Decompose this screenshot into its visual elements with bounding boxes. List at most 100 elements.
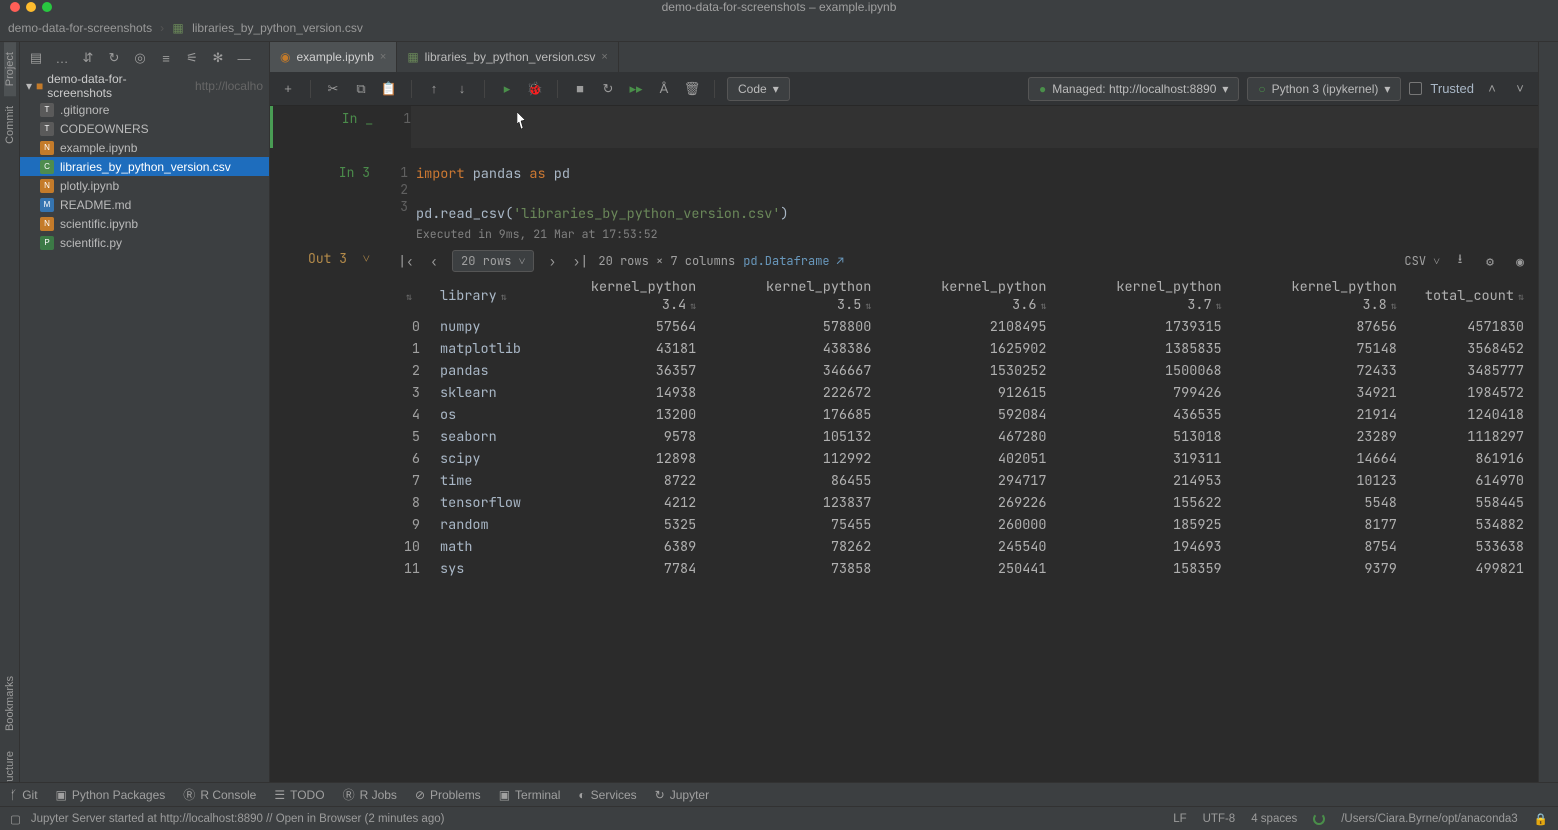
gear-icon[interactable]: ⚙ (1480, 251, 1500, 271)
tool-bookmarks[interactable]: Bookmarks (4, 666, 16, 741)
project-root[interactable]: ▾ ■ demo-data-for-screenshots http://loc… (20, 74, 269, 98)
download-icon[interactable]: ⭳ (1450, 251, 1470, 271)
tool-r-jobs[interactable]: ⓇR Jobs (343, 786, 397, 803)
dataframe-link[interactable]: pd.Dataframe ↗ (743, 253, 844, 269)
tool-services[interactable]: ◐Services (578, 788, 636, 802)
table-row[interactable]: 5seaborn95781051324672805130182328911182… (388, 426, 1538, 448)
encoding[interactable]: UTF-8 (1203, 813, 1236, 825)
table-row[interactable]: 10math6389782622455401946938754533638 (388, 536, 1538, 558)
close-icon[interactable]: × (380, 51, 386, 63)
project-select-icon[interactable]: ▤ (26, 48, 46, 68)
lock-icon[interactable]: 🔒 (1534, 812, 1548, 826)
settings-icon[interactable]: ✻ (208, 48, 228, 68)
column-header[interactable]: library⇅ (426, 276, 535, 316)
tool-git[interactable]: ᚶGit (10, 788, 38, 802)
column-header[interactable]: kernel_python 3.4⇅ (535, 276, 710, 316)
sort-icon[interactable]: ≡ (156, 48, 176, 68)
column-header[interactable]: kernel_python 3.5⇅ (710, 276, 885, 316)
clear-icon[interactable]: 🗑 (682, 79, 702, 99)
tool-todo[interactable]: ☰TODO (274, 788, 324, 802)
dataframe-table[interactable]: ⇅library⇅kernel_python 3.4⇅kernel_python… (388, 276, 1538, 580)
eye-icon[interactable]: ◉ (1510, 251, 1530, 271)
tool-r-console[interactable]: ⓇR Console (183, 786, 256, 803)
file-libraries-csv[interactable]: Clibraries_by_python_version.csv (20, 157, 269, 176)
file-scientific-ipynb[interactable]: Nscientific.ipynb (20, 214, 269, 233)
column-header[interactable]: kernel_python 3.6⇅ (885, 276, 1060, 316)
vars-icon[interactable]: Å (654, 79, 674, 99)
code-editor[interactable] (411, 106, 1538, 148)
indent[interactable]: 4 spaces (1251, 813, 1297, 825)
cell-0[interactable]: In _ 1 (270, 106, 1538, 148)
debug-icon[interactable]: 🐞 (525, 79, 545, 99)
column-header[interactable]: total_count⇅ (1411, 276, 1538, 316)
column-header[interactable]: kernel_python 3.8⇅ (1236, 276, 1411, 316)
collapse-icon[interactable]: — (234, 48, 254, 68)
tab-libraries-csv[interactable]: ▦ libraries_by_python_version.csv × (397, 42, 619, 72)
table-row[interactable]: 2pandas363573466671530252150006872433348… (388, 360, 1538, 382)
server-pill[interactable]: ● Managed: http://localhost:8890 ▾ (1028, 77, 1239, 101)
file-readme[interactable]: MREADME.md (20, 195, 269, 214)
file-codeowners[interactable]: TCODEOWNERS (20, 119, 269, 138)
restart-icon[interactable]: ↻ (598, 79, 618, 99)
stop-icon[interactable]: ■ (570, 79, 590, 99)
table-row[interactable]: 6scipy1289811299240205131931114664861916 (388, 448, 1538, 470)
table-row[interactable]: 7time87228645529471721495310123614970 (388, 470, 1538, 492)
table-row[interactable]: 1matplotlib43181438386162590213858357514… (388, 338, 1538, 360)
cell-1[interactable]: In 3 1 2 3 import pandas as pd pd.read_c… (270, 160, 1538, 246)
target-icon[interactable]: ◎ (130, 48, 150, 68)
file-scientific-py[interactable]: Pscientific.py (20, 233, 269, 252)
more-icon[interactable]: … (52, 48, 72, 68)
chevron-up-icon[interactable]: ˄ (1482, 79, 1502, 99)
table-row[interactable]: 9random5325754552600001859258177534882 (388, 514, 1538, 536)
file-plotly-ipynb[interactable]: Nplotly.ipynb (20, 176, 269, 195)
cell-type-select[interactable]: Code ▾ (727, 77, 790, 101)
filter-icon[interactable]: ⚟ (182, 48, 202, 68)
file-example-ipynb[interactable]: Nexample.ipynb (20, 138, 269, 157)
tool-problems[interactable]: ⊘Problems (415, 788, 481, 802)
column-header[interactable]: kernel_python 3.7⇅ (1061, 276, 1236, 316)
paste-icon[interactable]: 📋 (379, 79, 399, 99)
chevron-down-icon[interactable]: ˅ (1510, 79, 1530, 99)
minimize-traffic-light[interactable] (26, 2, 36, 12)
close-traffic-light[interactable] (10, 2, 20, 12)
table-row[interactable]: 8tensorflow42121238372692261556225548558… (388, 492, 1538, 514)
run-all-icon[interactable]: ▸▸ (626, 79, 646, 99)
sync-icon[interactable]: ↻ (104, 48, 124, 68)
event-icon[interactable]: ▢ (10, 812, 21, 826)
last-page-icon[interactable]: ›| (570, 251, 590, 271)
cut-icon[interactable]: ✂ (323, 79, 343, 99)
table-row[interactable]: 11sys7784738582504411583599379499821 (388, 558, 1538, 580)
table-row[interactable]: 0numpy5756457880021084951739315876564571… (388, 316, 1538, 338)
add-cell-icon[interactable]: + (278, 79, 298, 99)
tab-example-ipynb[interactable]: ◉ example.ipynb × (270, 42, 397, 72)
status-message[interactable]: Jupyter Server started at http://localho… (31, 813, 445, 825)
next-page-icon[interactable]: › (542, 251, 562, 271)
breadcrumb-file[interactable]: libraries_by_python_version.csv (192, 21, 363, 35)
breadcrumb-project[interactable]: demo-data-for-screenshots (8, 21, 152, 35)
interpreter[interactable]: /Users/Ciara.Byrne/opt/anaconda3 (1341, 813, 1517, 825)
rows-pill[interactable]: 20 rows ˅ (452, 250, 534, 272)
run-icon[interactable]: ▸ (497, 79, 517, 99)
move-up-icon[interactable]: ↑ (424, 79, 444, 99)
trusted-checkbox[interactable] (1409, 82, 1422, 95)
tool-project[interactable]: Project (4, 42, 16, 96)
code-editor[interactable]: import pandas as pd pd.read_csv('librari… (408, 160, 1538, 246)
table-row[interactable]: 3sklearn14938222672912615799426349211984… (388, 382, 1538, 404)
line-ending[interactable]: LF (1173, 813, 1186, 825)
export-csv[interactable]: CSV ˅ (1404, 253, 1440, 269)
tool-python-packages[interactable]: ▣Python Packages (56, 788, 166, 802)
table-row[interactable]: 4os13200176685592084436535219141240418 (388, 404, 1538, 426)
file-gitignore[interactable]: T.gitignore (20, 100, 269, 119)
tool-terminal[interactable]: ▣Terminal (499, 788, 561, 802)
tool-commit[interactable]: Commit (4, 96, 16, 154)
expand-all-icon[interactable]: ⇵ (78, 48, 98, 68)
close-icon[interactable]: × (601, 51, 607, 63)
move-down-icon[interactable]: ↓ (452, 79, 472, 99)
tool-jupyter[interactable]: ↻Jupyter (655, 788, 709, 802)
kernel-pill[interactable]: ○ Python 3 (ipykernel) ▾ (1247, 77, 1401, 101)
prev-page-icon[interactable]: ‹ (424, 251, 444, 271)
zoom-traffic-light[interactable] (42, 2, 52, 12)
first-page-icon[interactable]: |‹ (396, 251, 416, 271)
output-prompt: Out 3 ˅ (308, 250, 370, 267)
copy-icon[interactable]: ⧉ (351, 79, 371, 99)
